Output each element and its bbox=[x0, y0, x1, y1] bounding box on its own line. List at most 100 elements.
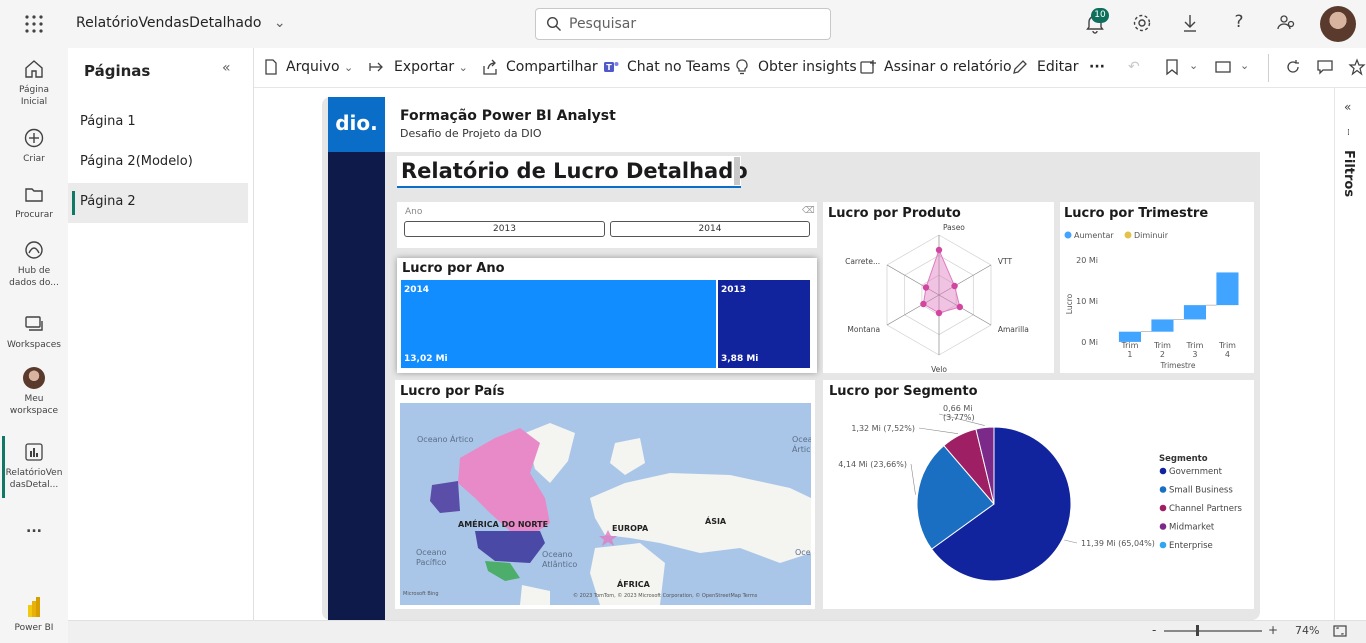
download-icon[interactable] bbox=[1179, 12, 1203, 36]
file-icon bbox=[265, 59, 277, 75]
pie-data-label: 0,66 Mi bbox=[943, 404, 972, 413]
map-label-ocean-e: Oceano bbox=[795, 548, 811, 557]
map-label-atlantic: Oceano Atlântico bbox=[542, 550, 578, 569]
radar-point-0 bbox=[935, 246, 943, 254]
report-subtitle: Desafio de Projeto da DIO bbox=[400, 127, 542, 140]
x-axis-label: Trimestre bbox=[1160, 361, 1196, 370]
map-label-artic-e: Oceano Ártico bbox=[792, 435, 811, 454]
filters-label: Filtros bbox=[1341, 150, 1356, 198]
more-icon[interactable]: ... bbox=[0, 521, 68, 535]
radar-point-1 bbox=[951, 282, 958, 290]
bing-logo: Microsoft Bing bbox=[403, 591, 439, 597]
pencil-icon bbox=[1013, 60, 1027, 74]
nav-browse[interactable]: Procurar bbox=[0, 183, 68, 221]
page-item-2-modelo[interactable]: Página 2(Modelo) bbox=[80, 154, 193, 169]
waterfall-bar-2 bbox=[1151, 319, 1174, 332]
radar-point-5 bbox=[922, 284, 930, 291]
obter-insights-button[interactable]: Obter insights bbox=[758, 59, 857, 75]
pie-legend-marker bbox=[1159, 467, 1167, 475]
page-selected-indicator bbox=[72, 191, 75, 215]
data-hub-icon bbox=[25, 241, 43, 259]
slicer-option-2014[interactable]: 2014 bbox=[610, 221, 810, 237]
slicer-option-2013[interactable]: 2013 bbox=[404, 221, 605, 237]
exportar-menu[interactable]: Exportar ⌄ bbox=[394, 59, 468, 75]
x-tick-label: 1 bbox=[1127, 350, 1132, 359]
lucro-ano-treemap: 2014 13,02 Mi 2013 3,88 Mi bbox=[401, 280, 812, 368]
bookmark-icon[interactable] bbox=[1163, 58, 1181, 76]
zoom-in-button[interactable]: + bbox=[1268, 623, 1278, 637]
nav-create[interactable]: Criar bbox=[0, 127, 68, 165]
share-people-icon[interactable] bbox=[1275, 12, 1299, 36]
expand-filters-icon[interactable]: « bbox=[1344, 100, 1351, 114]
app-launcher-icon[interactable] bbox=[22, 12, 46, 36]
app-title[interactable]: RelatórioVendasDetalhado ⌄ bbox=[76, 15, 286, 31]
nav-data-hub-label: Hub de dados do... bbox=[9, 266, 59, 288]
compartilhar-button[interactable]: Compartilhar bbox=[506, 59, 598, 75]
undo-icon: ↶ bbox=[1128, 59, 1140, 75]
fit-to-page-icon[interactable] bbox=[1333, 624, 1347, 638]
nav-report-label: RelatórioVendasDetal... bbox=[5, 468, 63, 490]
refresh-icon[interactable] bbox=[1284, 58, 1302, 76]
help-icon[interactable]: ? bbox=[1227, 12, 1251, 36]
comment-icon[interactable] bbox=[1316, 58, 1334, 76]
zoom-out-button[interactable]: - bbox=[1152, 623, 1156, 637]
zoom-slider-thumb[interactable] bbox=[1196, 625, 1199, 636]
chevron-down-icon: ⌄ bbox=[273, 15, 286, 31]
chevron-down-icon[interactable]: ⌄ bbox=[1189, 59, 1198, 72]
subscribe-icon bbox=[860, 60, 876, 74]
x-tick-label: Trim bbox=[1153, 341, 1171, 350]
app-title-text: RelatórioVendasDetalhado bbox=[76, 15, 262, 31]
x-tick-label: 3 bbox=[1192, 350, 1197, 359]
pages-pane bbox=[68, 48, 254, 620]
arquivo-menu[interactable]: Arquivo ⌄ bbox=[286, 59, 353, 75]
legend-label-aumentar: Aumentar bbox=[1074, 231, 1114, 240]
nav-powerbi[interactable]: Power BI bbox=[0, 596, 68, 634]
treemap-tile-2014[interactable]: 2014 13,02 Mi bbox=[401, 280, 716, 368]
dio-logo: dio. bbox=[328, 97, 385, 152]
editar-button[interactable]: Editar bbox=[1037, 59, 1078, 75]
nav-data-hub[interactable]: Hub de dados do... bbox=[0, 239, 68, 289]
map-shapes bbox=[430, 423, 811, 605]
pie-legend-label: Enterprise bbox=[1169, 541, 1213, 551]
home-icon bbox=[25, 60, 43, 78]
lucro-segmento-title: Lucro por Segmento bbox=[829, 384, 978, 399]
radar-point-4 bbox=[920, 300, 927, 308]
pie-legend-marker bbox=[1159, 523, 1167, 530]
assinar-relatorio-button[interactable]: Assinar o relatório bbox=[884, 59, 1012, 75]
eraser-icon[interactable]: ⌫ bbox=[802, 206, 815, 216]
search-input[interactable]: Pesquisar bbox=[535, 8, 831, 40]
collapse-pane-icon[interactable]: « bbox=[222, 60, 231, 76]
nav-report[interactable]: RelatórioVendasDetal... bbox=[0, 441, 68, 491]
lucro-trimestre-title: Lucro por Trimestre bbox=[1064, 206, 1209, 221]
view-icon[interactable] bbox=[1214, 58, 1232, 76]
chat-teams-button[interactable]: Chat no Teams bbox=[627, 59, 730, 75]
more-options-icon[interactable]: ··· bbox=[1089, 59, 1105, 75]
pie-data-label: 1,32 Mi (7,52%) bbox=[851, 424, 915, 433]
nav-home[interactable]: Página Inicial bbox=[0, 58, 68, 108]
pie-legend-title: Segmento bbox=[1159, 454, 1208, 464]
nav-browse-label: Procurar bbox=[15, 210, 53, 220]
x-tick-label: Trim bbox=[1218, 341, 1236, 350]
y-tick-label: 0 Mi bbox=[1081, 338, 1098, 347]
map-view[interactable]: Oceano Ártico Oceano Ártico AMÉRICA DO N… bbox=[400, 403, 811, 605]
lucro-segmento-pie: 11,39 Mi (65,04%) 4,14 Mi (23,66%) 1,32 Mi… bbox=[838, 404, 1242, 582]
chevron-down-icon[interactable]: ⌄ bbox=[1240, 59, 1249, 72]
radar-axis-label: Carrete... bbox=[845, 257, 880, 266]
map-label-pacific: Oceano Pacífico bbox=[416, 548, 447, 567]
nav-workspaces[interactable]: Workspaces bbox=[0, 313, 68, 351]
treemap-tile-2013[interactable]: 2013 3,88 Mi bbox=[718, 280, 810, 368]
pie-legend-marker bbox=[1159, 504, 1167, 512]
page-item-2[interactable]: Página 2 bbox=[80, 194, 136, 209]
nav-my-workspace-label: Meu workspace bbox=[9, 394, 59, 416]
favorite-star-icon[interactable] bbox=[1348, 58, 1366, 76]
page-item-1[interactable]: Página 1 bbox=[80, 114, 136, 129]
user-avatar[interactable] bbox=[1320, 6, 1356, 42]
dio-logo-text: dio. bbox=[335, 111, 378, 135]
settings-gear-icon[interactable] bbox=[1131, 12, 1155, 36]
pie-legend-marker bbox=[1159, 541, 1167, 549]
powerbi-logo-icon bbox=[28, 597, 40, 617]
workspaces-icon bbox=[25, 316, 43, 331]
nav-my-workspace[interactable]: Meu workspace bbox=[0, 367, 68, 417]
zoom-slider[interactable] bbox=[1164, 630, 1262, 632]
export-arrow-icon bbox=[369, 62, 383, 72]
